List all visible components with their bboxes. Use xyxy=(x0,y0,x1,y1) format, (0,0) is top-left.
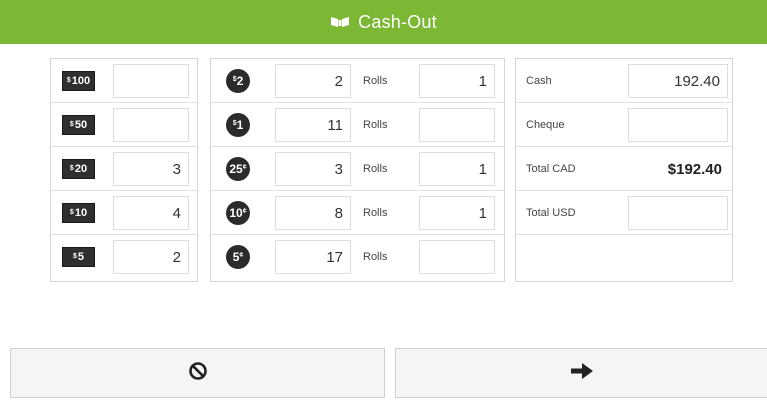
cancel-icon xyxy=(188,361,208,386)
coin-row: $2 2 Rolls 1 xyxy=(211,59,504,103)
cash-total-field: 192.40 xyxy=(628,64,728,98)
bill-10-count-input[interactable]: 4 xyxy=(113,196,189,230)
bill-row: $50 xyxy=(51,103,197,147)
cheque-row: Cheque xyxy=(516,103,732,147)
rolls-label: Rolls xyxy=(363,119,388,131)
cash-row: Cash 192.40 xyxy=(516,59,732,103)
coin-5-cent-rolls-input[interactable] xyxy=(419,240,495,274)
bill-5-count-input[interactable]: 2 xyxy=(113,240,189,274)
app-header: Cash-Out xyxy=(0,0,767,44)
rolls-label: Rolls xyxy=(363,163,388,175)
total-cad-label: Total CAD xyxy=(526,163,576,175)
bill-5-badge: $5 xyxy=(62,247,95,267)
coin-5-cent-icon: 5 ¢ xyxy=(226,245,250,269)
coin-1-dollar-count-input[interactable]: 11 xyxy=(275,108,351,142)
totals-panel: Cash 192.40 Cheque Total CAD $192.40 Tot… xyxy=(515,58,733,282)
bill-row: $5 2 xyxy=(51,235,197,279)
total-cad-value: $192.40 xyxy=(667,160,722,178)
total-usd-label: Total USD xyxy=(526,207,576,219)
rolls-label: Rolls xyxy=(363,207,388,219)
bill-20-badge: $20 xyxy=(62,159,95,179)
cancel-button[interactable] xyxy=(10,348,385,398)
cheque-input[interactable] xyxy=(628,108,728,142)
cash-logo-icon xyxy=(330,15,350,29)
coin-25-cent-icon: 25 ¢ xyxy=(226,157,250,181)
coin-row: 25 ¢ 3 Rolls 1 xyxy=(211,147,504,191)
coin-25-cent-count-input[interactable]: 3 xyxy=(275,152,351,186)
bill-row: $100 xyxy=(51,59,197,103)
cheque-label: Cheque xyxy=(526,119,565,131)
coin-row: 5 ¢ 17 Rolls xyxy=(211,235,504,279)
bill-row: $10 4 xyxy=(51,191,197,235)
coin-10-cent-rolls-input[interactable]: 1 xyxy=(419,196,495,230)
arrow-right-icon xyxy=(570,362,594,385)
coin-1-dollar-rolls-input[interactable] xyxy=(419,108,495,142)
coin-5-cent-count-input[interactable]: 17 xyxy=(275,240,351,274)
rolls-label: Rolls xyxy=(363,75,388,87)
bill-20-count-input[interactable]: 3 xyxy=(113,152,189,186)
bills-panel: $100 $50 $20 3 $10 4 $5 2 xyxy=(50,58,198,282)
coin-2-dollar-rolls-input[interactable]: 1 xyxy=(419,64,495,98)
coin-row: $1 11 Rolls xyxy=(211,103,504,147)
coins-panel: $2 2 Rolls 1 $1 11 Rolls 25 ¢ 3 Rolls 1 1… xyxy=(210,58,505,282)
bill-row: $20 3 xyxy=(51,147,197,191)
total-usd-input[interactable] xyxy=(628,196,728,230)
coin-2-dollar-icon: $2 xyxy=(226,69,250,93)
bill-50-count-input[interactable] xyxy=(113,108,189,142)
bill-50-badge: $50 xyxy=(62,115,95,135)
next-button[interactable] xyxy=(395,348,767,398)
coin-25-cent-rolls-input[interactable]: 1 xyxy=(419,152,495,186)
empty-row xyxy=(516,235,732,279)
total-usd-row: Total USD xyxy=(516,191,732,235)
bill-100-count-input[interactable] xyxy=(113,64,189,98)
coin-10-cent-count-input[interactable]: 8 xyxy=(275,196,351,230)
page-title: Cash-Out xyxy=(358,11,437,32)
coin-2-dollar-count-input[interactable]: 2 xyxy=(275,64,351,98)
coin-10-cent-icon: 10 ¢ xyxy=(226,201,250,225)
coin-1-dollar-icon: $1 xyxy=(226,113,250,137)
cash-label: Cash xyxy=(526,75,552,87)
coin-row: 10 ¢ 8 Rolls 1 xyxy=(211,191,504,235)
bill-10-badge: $10 xyxy=(62,203,95,223)
rolls-label: Rolls xyxy=(363,251,388,263)
total-cad-row: Total CAD $192.40 xyxy=(516,147,732,191)
bill-100-badge: $100 xyxy=(62,71,95,91)
